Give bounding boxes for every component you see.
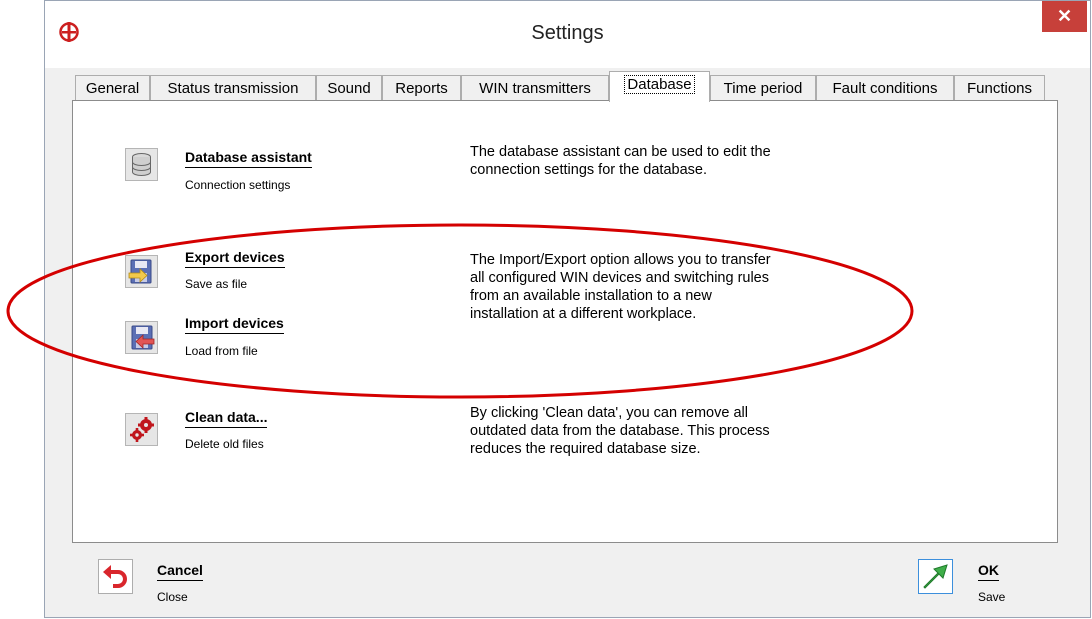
database-assistant-label[interactable]: Database assistant: [185, 149, 312, 168]
tab-functions[interactable]: Functions: [954, 75, 1045, 101]
description-line: By clicking 'Clean data', you can remove…: [470, 405, 748, 421]
cancel-button[interactable]: [98, 559, 133, 594]
tab-sound[interactable]: Sound: [316, 75, 382, 101]
description-line: The database assistant can be used to ed…: [470, 144, 771, 160]
import-devices-label[interactable]: Import devices: [185, 315, 284, 334]
cancel-label[interactable]: Cancel: [157, 562, 203, 581]
import-devices-button[interactable]: [125, 321, 158, 354]
tab-win-transmitters[interactable]: WIN transmitters: [461, 75, 609, 101]
export-icon: [128, 259, 152, 284]
ok-label[interactable]: OK: [978, 562, 999, 581]
ok-button[interactable]: [918, 559, 953, 594]
database-tab-panel: Database assistant Connection settings T…: [72, 100, 1058, 543]
tab-label: Functions: [966, 80, 1033, 97]
window-title: Settings: [531, 22, 604, 44]
description-line: installation at a different workplace.: [470, 306, 697, 322]
clean-data-sub: Delete old files: [185, 437, 264, 451]
ok-sub: Save: [978, 590, 1006, 604]
description-line: from an available installation to a new: [470, 288, 712, 304]
description-line: connection settings for the database.: [470, 162, 707, 178]
description-line: The Import/Export option allows you to t…: [470, 252, 771, 268]
description-line: outdated data from the database. This pr…: [470, 423, 770, 439]
import-export-description: The Import/Export option allows you to t…: [470, 251, 850, 323]
tab-label: Database: [624, 75, 695, 94]
tab-label: General: [85, 80, 140, 97]
tab-fault-conditions[interactable]: Fault conditions: [816, 75, 954, 101]
tab-label: Fault conditions: [832, 80, 938, 97]
undo-arrow-icon: [103, 565, 127, 588]
import-icon: [131, 325, 155, 350]
tab-label: Status transmission: [167, 80, 299, 97]
database-assistant-button[interactable]: [125, 148, 158, 181]
close-button[interactable]: ✕: [1042, 1, 1087, 32]
settings-window: Settings ✕ General Status transmission S…: [44, 0, 1091, 618]
tab-reports[interactable]: Reports: [382, 75, 461, 101]
description-line: reduces the required database size.: [470, 441, 701, 457]
database-assistant-sub: Connection settings: [185, 178, 291, 192]
database-icon: [132, 153, 151, 176]
green-arrow-icon: [923, 564, 948, 589]
tab-general[interactable]: General: [75, 75, 150, 101]
tab-label: Reports: [395, 80, 448, 97]
tab-label: Time period: [723, 80, 803, 97]
import-devices-sub: Load from file: [185, 344, 258, 358]
tab-label: WIN transmitters: [479, 80, 591, 97]
tab-database[interactable]: Database: [609, 71, 710, 102]
clean-data-label[interactable]: Clean data...: [185, 409, 268, 428]
tab-status-transmission[interactable]: Status transmission: [150, 75, 316, 101]
database-assistant-description: The database assistant can be used to ed…: [470, 143, 850, 179]
clean-data-button[interactable]: [125, 413, 158, 446]
cancel-sub: Close: [157, 590, 188, 604]
tab-time-period[interactable]: Time period: [710, 75, 816, 101]
clean-data-description: By clicking 'Clean data', you can remove…: [470, 404, 850, 458]
export-devices-sub: Save as file: [185, 277, 248, 291]
title-bar: Settings ✕: [45, 1, 1090, 68]
export-devices-label[interactable]: Export devices: [185, 249, 285, 268]
gears-icon: [130, 417, 154, 442]
export-devices-button[interactable]: [125, 255, 158, 288]
description-line: all configured WIN devices and switching…: [470, 270, 769, 286]
tab-label: Sound: [327, 80, 371, 97]
